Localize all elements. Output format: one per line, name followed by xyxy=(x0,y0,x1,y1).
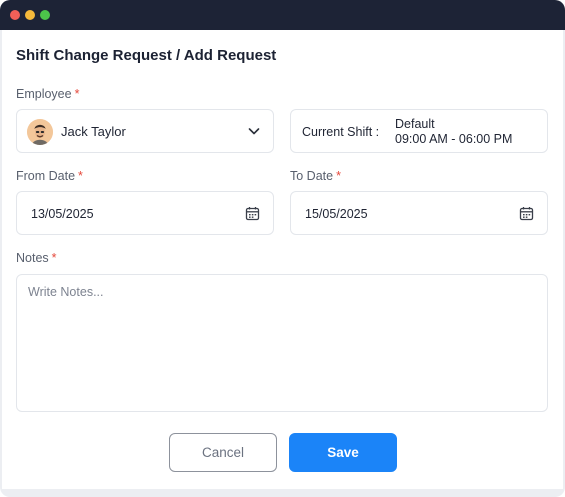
to-date-field[interactable]: 15/05/2025 xyxy=(290,191,548,235)
employee-name: Jack Taylor xyxy=(61,124,126,139)
from-date-label-text: From Date xyxy=(16,169,76,183)
request-form-panel: Shift Change Request / Add Request Emplo… xyxy=(2,30,563,489)
current-shift-label: Current Shift : xyxy=(302,125,380,139)
required-mark: * xyxy=(74,87,80,101)
page-title: Shift Change Request / Add Request xyxy=(16,47,277,64)
minimize-window-button[interactable] xyxy=(25,10,35,20)
maximize-window-button[interactable] xyxy=(40,10,50,20)
employee-label-text: Employee xyxy=(16,87,72,101)
from-date-value: 13/05/2025 xyxy=(31,207,94,221)
save-button[interactable]: Save xyxy=(289,433,397,472)
employee-select[interactable]: Jack Taylor xyxy=(16,109,274,153)
window-titlebar xyxy=(0,0,565,30)
from-date-label: From Date * xyxy=(16,169,83,183)
required-mark: * xyxy=(78,169,83,183)
current-shift-box: Current Shift : Default 09:00 AM - 06:00… xyxy=(290,109,548,153)
app-window: Shift Change Request / Add Request Emplo… xyxy=(0,0,565,497)
from-date-field[interactable]: 13/05/2025 xyxy=(16,191,274,235)
current-shift-name: Default xyxy=(395,117,435,131)
calendar-icon[interactable] xyxy=(519,206,534,221)
employee-label: Employee * xyxy=(16,87,79,101)
notes-field xyxy=(16,274,548,412)
calendar-icon[interactable] xyxy=(245,206,260,221)
required-mark: * xyxy=(336,169,341,183)
to-date-value: 15/05/2025 xyxy=(305,207,368,221)
to-date-label: To Date * xyxy=(290,169,341,183)
chevron-down-icon[interactable] xyxy=(247,124,261,138)
cancel-button[interactable]: Cancel xyxy=(169,433,277,472)
notes-textarea[interactable] xyxy=(17,275,547,411)
notes-label: Notes * xyxy=(16,251,57,265)
current-shift-time: 09:00 AM - 06:00 PM xyxy=(395,132,513,146)
required-mark: * xyxy=(51,251,57,265)
close-window-button[interactable] xyxy=(10,10,20,20)
notes-label-text: Notes xyxy=(16,251,49,265)
user-avatar xyxy=(27,119,53,145)
to-date-label-text: To Date xyxy=(290,169,334,183)
